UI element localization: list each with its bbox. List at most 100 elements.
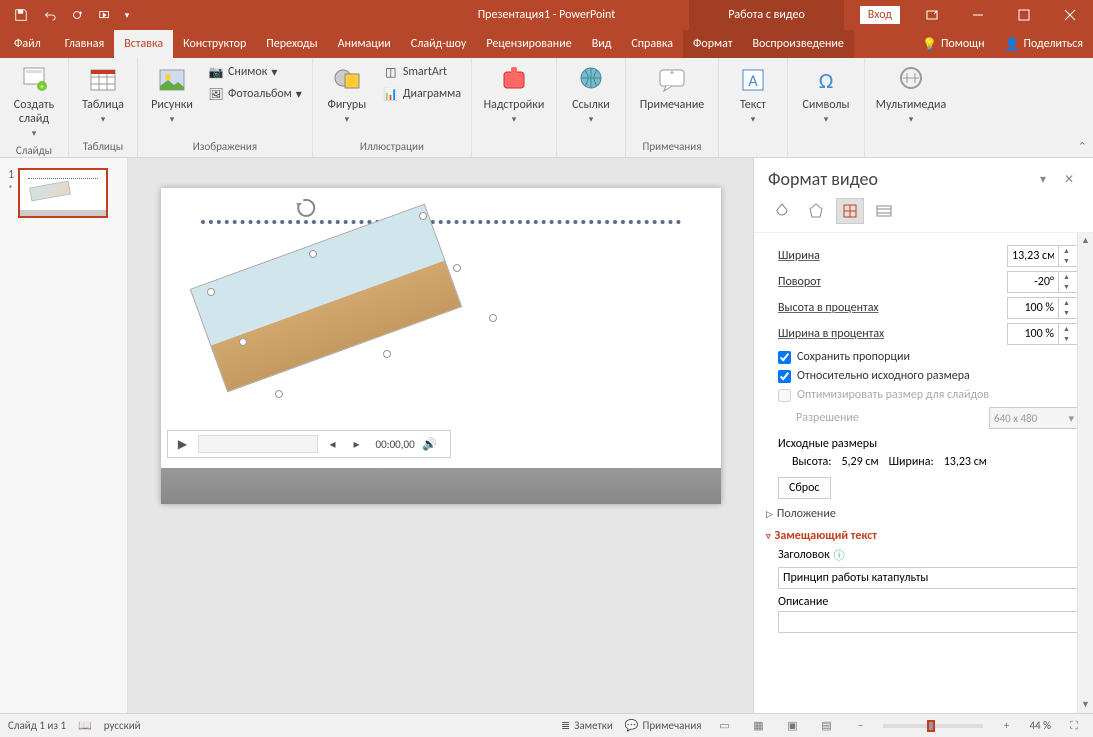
links-button[interactable]: Ссылки xyxy=(563,62,619,128)
tab-help[interactable]: Справка xyxy=(621,30,683,58)
resize-handle[interactable] xyxy=(383,350,391,358)
tab-transitions[interactable]: Переходы xyxy=(256,30,327,58)
sign-in-button[interactable]: Вход xyxy=(859,5,901,25)
tab-home[interactable]: Главная xyxy=(55,30,114,58)
pane-tab-effects[interactable] xyxy=(802,198,830,224)
maximize-button[interactable] xyxy=(1001,0,1047,30)
slideshow-view-button[interactable]: ▤ xyxy=(815,717,837,735)
pane-tab-video[interactable] xyxy=(870,198,898,224)
video-object[interactable] xyxy=(189,204,462,393)
relative-original-checkbox[interactable] xyxy=(778,370,791,383)
tab-design[interactable]: Конструктор xyxy=(173,30,256,58)
group-symbols: ΩСимволы xyxy=(788,58,865,157)
start-from-beginning-button[interactable] xyxy=(92,2,118,28)
screenshot-button[interactable]: 📷Снимок ▾ xyxy=(204,62,306,82)
tab-slideshow[interactable]: Слайд-шоу xyxy=(401,30,477,58)
shapes-button[interactable]: Фигуры xyxy=(319,62,375,128)
group-slides: + Создать слайд Слайды xyxy=(0,58,69,157)
ribbon-display-options-button[interactable] xyxy=(909,0,955,30)
info-icon[interactable]: ⓘ xyxy=(834,547,845,563)
rotation-spinner[interactable]: ▲▼ xyxy=(1007,271,1079,293)
pane-options-button[interactable]: ▾ xyxy=(1033,169,1053,189)
alt-title-input[interactable] xyxy=(778,567,1079,589)
collapse-ribbon-button[interactable]: ⌃ xyxy=(1078,140,1087,153)
minimize-button[interactable] xyxy=(955,0,1001,30)
resize-handle[interactable] xyxy=(453,264,461,272)
lock-aspect-checkbox[interactable] xyxy=(778,351,791,364)
qat-customize-button[interactable]: ▾ xyxy=(120,2,134,28)
seek-track[interactable] xyxy=(198,435,318,453)
addins-icon xyxy=(498,64,530,96)
normal-view-button[interactable]: ▭ xyxy=(713,717,735,735)
language-indicator[interactable]: русский xyxy=(104,719,141,732)
volume-button[interactable]: 🔊 xyxy=(421,435,439,453)
comment-button[interactable]: +Примечание xyxy=(632,62,712,114)
smartart-button[interactable]: ◫SmartArt xyxy=(379,62,465,82)
tab-playback[interactable]: Воспроизведение xyxy=(742,30,853,58)
resize-handle[interactable] xyxy=(207,288,215,296)
group-text: AТекст xyxy=(719,58,788,157)
tab-animations[interactable]: Анимации xyxy=(328,30,401,58)
share-button[interactable]: 👤Поделиться xyxy=(995,30,1093,58)
spellcheck-icon[interactable]: 📖 xyxy=(78,719,92,732)
slide-canvas[interactable]: ▶ ◂ ▸ 00:00,00 🔊 xyxy=(161,188,721,504)
sorter-view-button[interactable]: ▦ xyxy=(747,717,769,735)
resize-handle[interactable] xyxy=(275,390,283,398)
group-tables: Таблица Таблицы xyxy=(69,58,138,157)
width-spinner[interactable]: ▲▼ xyxy=(1007,245,1079,267)
workspace: 1 * ▶ ◂ ▸ xyxy=(0,158,1093,713)
slide-editor[interactable]: ▶ ◂ ▸ 00:00,00 🔊 xyxy=(128,158,753,713)
fit-to-window-button[interactable]: ⛶ xyxy=(1063,717,1085,735)
tab-view[interactable]: Вид xyxy=(582,30,622,58)
tab-review[interactable]: Рецензирование xyxy=(476,30,581,58)
position-section-header[interactable]: ▷Положение xyxy=(766,507,1079,521)
pane-title: Формат видео xyxy=(768,168,1027,190)
pictures-button[interactable]: Рисунки xyxy=(144,62,200,128)
resize-handle[interactable] xyxy=(239,338,247,346)
slide-title-placeholder[interactable] xyxy=(201,218,681,224)
close-button[interactable] xyxy=(1047,0,1093,30)
redo-button[interactable] xyxy=(64,2,90,28)
pane-scrollbar[interactable]: ▲▼ xyxy=(1077,233,1093,713)
resize-handle[interactable] xyxy=(489,314,497,322)
slide-counter[interactable]: Слайд 1 из 1 xyxy=(8,719,66,732)
tab-insert[interactable]: Вставка xyxy=(114,30,173,58)
zoom-out-button[interactable]: − xyxy=(849,717,871,735)
save-button[interactable] xyxy=(8,2,34,28)
photo-album-button[interactable]: 🖼Фотоальбом ▾ xyxy=(204,84,306,104)
pane-close-button[interactable]: ✕ xyxy=(1059,169,1079,189)
chart-button[interactable]: 📊Диаграмма xyxy=(379,84,465,104)
slide-thumbnail-1[interactable] xyxy=(18,168,108,218)
text-button[interactable]: AТекст xyxy=(725,62,781,128)
resize-handle[interactable] xyxy=(419,212,427,220)
pane-tab-size[interactable] xyxy=(836,198,864,224)
alt-description-input[interactable] xyxy=(778,611,1079,633)
table-button[interactable]: Таблица xyxy=(75,62,131,128)
tab-file[interactable]: Файл xyxy=(0,30,55,58)
rotation-handle[interactable] xyxy=(293,195,319,221)
scale-width-spinner[interactable]: ▲▼ xyxy=(1007,323,1079,345)
reset-button[interactable]: Сброс xyxy=(778,477,831,499)
step-back-button[interactable]: ◂ xyxy=(324,435,342,453)
new-slide-button[interactable]: + Создать слайд xyxy=(6,62,62,142)
group-comments: +Примечание Примечания xyxy=(626,58,719,157)
resize-handle[interactable] xyxy=(309,250,317,258)
media-button[interactable]: Мультимедиа xyxy=(871,62,951,128)
pane-tab-fill[interactable] xyxy=(768,198,796,224)
symbols-button[interactable]: ΩСимволы xyxy=(794,62,858,128)
alt-text-section-header[interactable]: ▿Замещающий текст xyxy=(766,529,1079,543)
notes-button[interactable]: ≣Заметки xyxy=(561,719,613,732)
tell-me-button[interactable]: 💡Помощн xyxy=(912,30,995,58)
step-forward-button[interactable]: ▸ xyxy=(348,435,366,453)
undo-button[interactable] xyxy=(36,2,62,28)
comments-button[interactable]: 💬Примечания xyxy=(625,719,702,732)
play-button[interactable]: ▶ xyxy=(174,435,192,453)
reading-view-button[interactable]: ▣ xyxy=(781,717,803,735)
zoom-in-button[interactable]: + xyxy=(995,717,1017,735)
zoom-slider[interactable] xyxy=(883,724,983,728)
scale-height-spinner[interactable]: ▲▼ xyxy=(1007,297,1079,319)
tab-format[interactable]: Формат xyxy=(683,30,742,58)
zoom-level[interactable]: 44 % xyxy=(1029,719,1051,732)
pictures-icon xyxy=(156,64,188,96)
addins-button[interactable]: Надстройки xyxy=(478,62,550,128)
